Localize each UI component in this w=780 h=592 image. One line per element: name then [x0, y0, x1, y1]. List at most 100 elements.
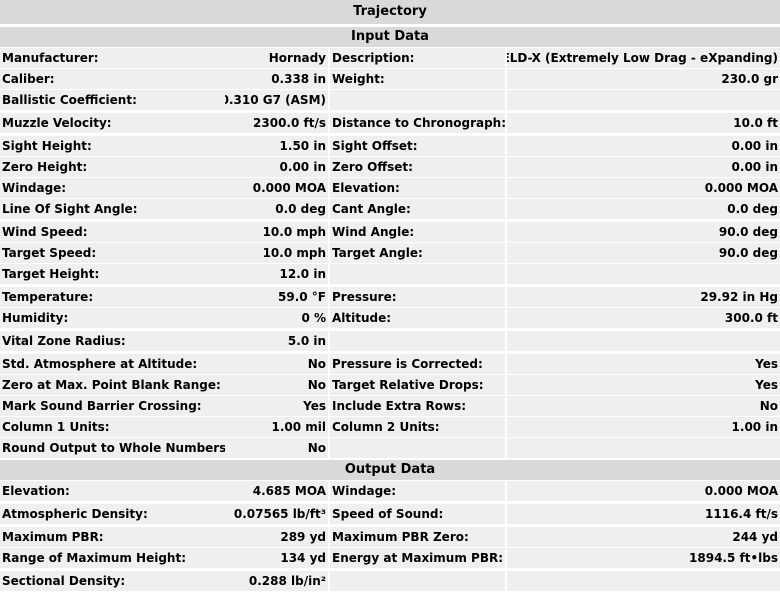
- label-sight-height: Sight Height:: [0, 136, 225, 156]
- value-energy-max-pbr: 1894.5 ft•lbs: [505, 548, 780, 568]
- label-vital-zone-radius: Vital Zone Radius:: [0, 331, 225, 351]
- value-humidity: 0 %: [225, 308, 330, 328]
- label-target-speed: Target Speed:: [0, 243, 225, 263]
- value-vital-zone-radius: 5.0 in: [225, 331, 330, 351]
- table-row: Std. Atmosphere at Altitude: No Pressure…: [0, 354, 780, 375]
- table-row: Round Output to Whole Numbers: No: [0, 438, 780, 459]
- value-weight: 230.0 gr: [505, 69, 780, 89]
- value-manufacturer: Hornady: [225, 48, 330, 68]
- label-round-output: Round Output to Whole Numbers:: [0, 438, 225, 458]
- empty-cell: [330, 90, 505, 110]
- label-pressure-corrected: Pressure is Corrected:: [330, 354, 505, 374]
- value-mark-sound-barrier: Yes: [225, 396, 330, 416]
- empty-cell: [330, 438, 505, 458]
- value-zero-offset: 0.00 in: [505, 157, 780, 177]
- value-wind-angle: 90.0 deg: [505, 222, 780, 242]
- table-title: Trajectory: [0, 0, 780, 26]
- empty-cell: [505, 331, 780, 351]
- value-speed-of-sound: 1116.4 ft/s: [505, 504, 780, 524]
- value-zero-at-max-pbr: No: [225, 375, 330, 395]
- value-sight-height: 1.50 in: [225, 136, 330, 156]
- label-output-elevation: Elevation:: [0, 481, 225, 501]
- label-elevation: Elevation:: [330, 178, 505, 198]
- label-manufacturer: Manufacturer:: [0, 48, 225, 68]
- label-range-max-height: Range of Maximum Height:: [0, 548, 225, 568]
- value-output-elevation: 4.685 MOA: [225, 481, 330, 501]
- label-column-1-units: Column 1 Units:: [0, 417, 225, 437]
- label-zero-height: Zero Height:: [0, 157, 225, 177]
- value-altitude: 300.0 ft: [505, 308, 780, 328]
- value-atmospheric-density: 0.07565 lb/ft³: [225, 504, 330, 524]
- label-sectional-density: Sectional Density:: [0, 571, 225, 591]
- label-distance-to-chronograph: Distance to Chronograph:: [330, 113, 505, 133]
- value-temperature: 59.0 °F: [225, 287, 330, 307]
- table-row: Target Speed: 10.0 mph Target Angle: 90.…: [0, 243, 780, 264]
- label-target-height: Target Height:: [0, 264, 225, 284]
- label-maximum-pbr: Maximum PBR:: [0, 527, 225, 547]
- value-ballistic-coefficient: 0.310 G7 (ASM): [225, 90, 330, 110]
- value-cant-angle: 0.0 deg: [505, 199, 780, 219]
- empty-cell: [505, 264, 780, 284]
- value-sectional-density: 0.288 lb/in²: [225, 571, 330, 591]
- empty-cell: [330, 571, 505, 591]
- table-row: Manufacturer: Hornady Description: ELD-X…: [0, 48, 780, 69]
- empty-cell: [505, 90, 780, 110]
- label-mark-sound-barrier: Mark Sound Barrier Crossing:: [0, 396, 225, 416]
- table-row: Humidity: 0 % Altitude: 300.0 ft: [0, 308, 780, 331]
- label-target-angle: Target Angle:: [330, 243, 505, 263]
- label-humidity: Humidity:: [0, 308, 225, 328]
- table-row: Temperature: 59.0 °F Pressure: 29.92 in …: [0, 287, 780, 308]
- label-caliber: Caliber:: [0, 69, 225, 89]
- value-line-of-sight-angle: 0.0 deg: [225, 199, 330, 219]
- label-target-relative-drops: Target Relative Drops:: [330, 375, 505, 395]
- table-row: Vital Zone Radius: 5.0 in: [0, 331, 780, 354]
- table-row: Sight Height: 1.50 in Sight Offset: 0.00…: [0, 136, 780, 157]
- label-sight-offset: Sight Offset:: [330, 136, 505, 156]
- table-row: Ballistic Coefficient: 0.310 G7 (ASM): [0, 90, 780, 113]
- value-muzzle-velocity: 2300.0 ft/s: [225, 113, 330, 133]
- label-wind-speed: Wind Speed:: [0, 222, 225, 242]
- value-column-1-units: 1.00 mil: [225, 417, 330, 437]
- label-pressure: Pressure:: [330, 287, 505, 307]
- label-speed-of-sound: Speed of Sound:: [330, 504, 505, 524]
- table-row: Muzzle Velocity: 2300.0 ft/s Distance to…: [0, 113, 780, 136]
- value-range-max-height: 134 yd: [225, 548, 330, 568]
- value-caliber: 0.338 in: [225, 69, 330, 89]
- table-row: Atmospheric Density: 0.07565 lb/ft³ Spee…: [0, 504, 780, 527]
- table-row: Line Of Sight Angle: 0.0 deg Cant Angle:…: [0, 199, 780, 222]
- label-column-2-units: Column 2 Units:: [330, 417, 505, 437]
- empty-cell: [330, 264, 505, 284]
- value-elevation: 0.000 MOA: [505, 178, 780, 198]
- label-altitude: Altitude:: [330, 308, 505, 328]
- label-std-atmosphere: Std. Atmosphere at Altitude:: [0, 354, 225, 374]
- value-description: ELD-X (Extremely Low Drag - eXpanding): [505, 48, 780, 68]
- input-data-header: Input Data: [0, 26, 780, 48]
- value-distance-to-chronograph: 10.0 ft: [505, 113, 780, 133]
- table-row: Zero at Max. Point Blank Range: No Targe…: [0, 375, 780, 396]
- value-target-relative-drops: Yes: [505, 375, 780, 395]
- label-wind-angle: Wind Angle:: [330, 222, 505, 242]
- table-row: Mark Sound Barrier Crossing: Yes Include…: [0, 396, 780, 417]
- value-maximum-pbr-zero: 244 yd: [505, 527, 780, 547]
- label-muzzle-velocity: Muzzle Velocity:: [0, 113, 225, 133]
- value-maximum-pbr: 289 yd: [225, 527, 330, 547]
- value-output-windage: 0.000 MOA: [505, 481, 780, 501]
- empty-cell: [505, 571, 780, 591]
- empty-cell: [330, 331, 505, 351]
- table-row: Elevation: 4.685 MOA Windage: 0.000 MOA: [0, 481, 780, 504]
- table-row: Target Height: 12.0 in: [0, 264, 780, 287]
- label-cant-angle: Cant Angle:: [330, 199, 505, 219]
- value-windage: 0.000 MOA: [225, 178, 330, 198]
- value-sight-offset: 0.00 in: [505, 136, 780, 156]
- table-row: Windage: 0.000 MOA Elevation: 0.000 MOA: [0, 178, 780, 199]
- value-target-angle: 90.0 deg: [505, 243, 780, 263]
- label-maximum-pbr-zero: Maximum PBR Zero:: [330, 527, 505, 547]
- label-zero-at-max-pbr: Zero at Max. Point Blank Range:: [0, 375, 225, 395]
- label-output-windage: Windage:: [330, 481, 505, 501]
- value-wind-speed: 10.0 mph: [225, 222, 330, 242]
- table-row: Zero Height: 0.00 in Zero Offset: 0.00 i…: [0, 157, 780, 178]
- label-include-extra-rows: Include Extra Rows:: [330, 396, 505, 416]
- value-pressure: 29.92 in Hg: [505, 287, 780, 307]
- table-row: Caliber: 0.338 in Weight: 230.0 gr: [0, 69, 780, 90]
- value-pressure-corrected: Yes: [505, 354, 780, 374]
